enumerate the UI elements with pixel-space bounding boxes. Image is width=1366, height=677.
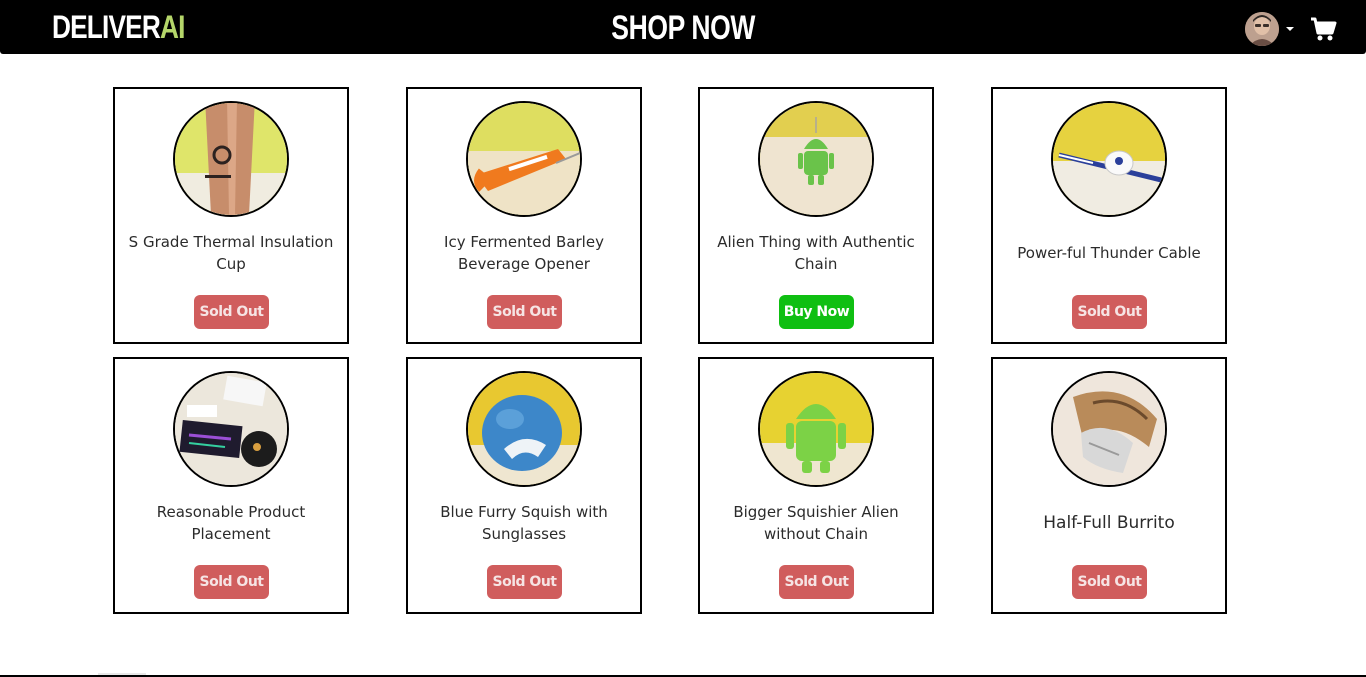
product-image-thunder-cable bbox=[1051, 101, 1167, 217]
product-card: Power-ful Thunder Cable Sold Out bbox=[991, 87, 1227, 344]
product-image-alien-chain bbox=[758, 101, 874, 217]
sold-out-button[interactable]: Sold Out bbox=[487, 295, 562, 329]
product-card: Blue Furry Squish with Sunglasses Sold O… bbox=[406, 357, 642, 614]
product-image-stickers bbox=[173, 371, 289, 487]
product-image-big-alien bbox=[758, 371, 874, 487]
sold-out-button[interactable]: Sold Out bbox=[194, 295, 269, 329]
sold-out-button[interactable]: Sold Out bbox=[779, 565, 854, 599]
product-card: Bigger Squishier Alien without Chain Sol… bbox=[698, 357, 934, 614]
product-card: Alien Thing with Authentic Chain Buy Now bbox=[698, 87, 934, 344]
product-image-burrito bbox=[1051, 371, 1167, 487]
product-name: Bigger Squishier Alien without Chain bbox=[733, 503, 899, 543]
buy-now-button[interactable]: Buy Now bbox=[779, 295, 854, 329]
product-name: Power-ful Thunder Cable bbox=[1017, 244, 1201, 262]
product-name: S Grade Thermal Insulation Cup bbox=[128, 233, 334, 273]
sold-out-button[interactable]: Sold Out bbox=[487, 565, 562, 599]
sold-out-button[interactable]: Sold Out bbox=[1072, 565, 1147, 599]
product-name: Icy Fermented Barley Beverage Opener bbox=[444, 233, 604, 273]
product-image-bottle-opener bbox=[466, 101, 582, 217]
product-name: Blue Furry Squish with Sunglasses bbox=[440, 503, 608, 543]
product-image-thermal-cup bbox=[173, 101, 289, 217]
product-card: Half-Full Burrito Sold Out bbox=[991, 357, 1227, 614]
product-image-blue-squish bbox=[466, 371, 582, 487]
product-name: Reasonable Product Placement bbox=[156, 503, 306, 543]
product-name: Half-Full Burrito bbox=[1043, 513, 1175, 533]
product-grid: S Grade Thermal Insulation Cup Sold Out … bbox=[0, 0, 1366, 677]
sold-out-button[interactable]: Sold Out bbox=[194, 565, 269, 599]
product-card: S Grade Thermal Insulation Cup Sold Out bbox=[113, 87, 349, 344]
product-name: Alien Thing with Authentic Chain bbox=[717, 233, 915, 273]
product-card: Reasonable Product Placement Sold Out bbox=[113, 357, 349, 614]
sold-out-button[interactable]: Sold Out bbox=[1072, 295, 1147, 329]
product-card: Icy Fermented Barley Beverage Opener Sol… bbox=[406, 87, 642, 344]
